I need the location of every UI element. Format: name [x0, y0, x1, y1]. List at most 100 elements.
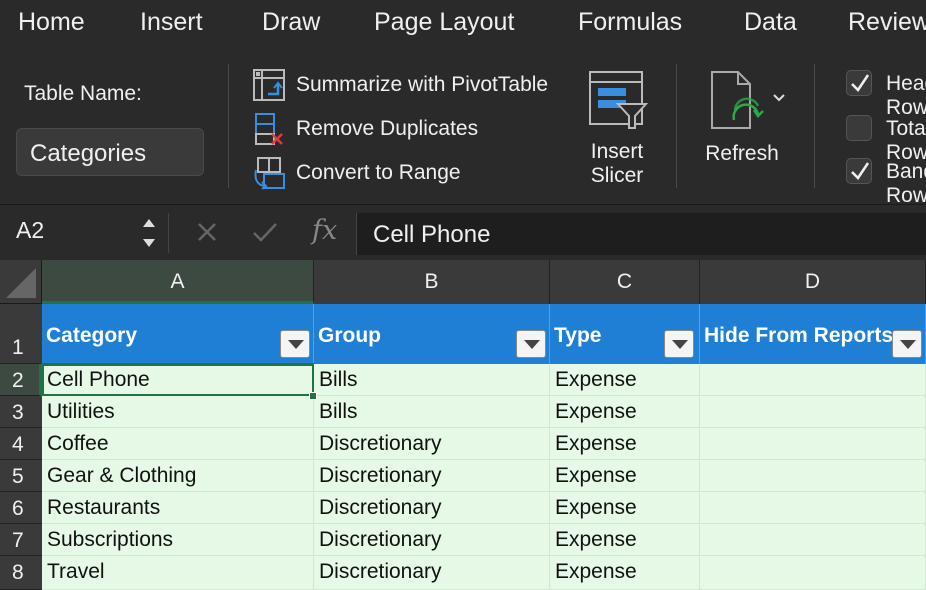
formula-bar-divider [168, 213, 169, 253]
table-header-label: Group [318, 324, 381, 347]
row-header-1[interactable]: 1 [0, 304, 42, 364]
cell-b7[interactable]: Discretionary [314, 524, 550, 556]
row-header-3[interactable]: 3 [0, 396, 42, 428]
cell-d8[interactable] [700, 556, 926, 590]
insert-slicer-label: Insert Slicer [590, 140, 644, 187]
header-row-label: Header Row [886, 72, 926, 119]
cell-c5[interactable]: Expense [550, 460, 700, 492]
cell-a5[interactable]: Gear & Clothing [42, 460, 314, 492]
cell-b3[interactable]: Bills [314, 396, 550, 428]
cell-a7[interactable]: Subscriptions [42, 524, 314, 556]
cell-b8[interactable]: Discretionary [314, 556, 550, 590]
column-header-a[interactable]: A [42, 260, 314, 304]
column-header-b[interactable]: B [314, 260, 550, 304]
tab-insert[interactable]: Insert [140, 7, 203, 37]
table-header-category[interactable]: Category [42, 304, 314, 364]
remove-duplicates-icon [252, 112, 286, 146]
total-row-label: Total Row [886, 117, 926, 164]
refresh-label: Refresh [705, 142, 779, 165]
filter-dropdown-icon[interactable] [892, 330, 922, 358]
convert-to-range-button[interactable]: Convert to Range [252, 156, 461, 190]
pivottable-icon [252, 68, 286, 102]
header-row-checkbox[interactable] [846, 70, 872, 96]
cell-a6[interactable]: Restaurants [42, 492, 314, 524]
convert-to-range-icon [252, 156, 286, 190]
row-header-8[interactable]: 8 [0, 556, 42, 590]
cancel-x-icon[interactable] [196, 221, 218, 248]
cell-c7[interactable]: Expense [550, 524, 700, 556]
slicer-icon [588, 70, 649, 137]
cell-b2[interactable]: Bills [314, 364, 550, 396]
table-name-input[interactable]: Categories [16, 128, 204, 176]
refresh-icon [708, 70, 766, 137]
enter-check-icon[interactable] [252, 221, 278, 248]
ribbon-tabs: Home Insert Draw Page Layout Formulas Da… [0, 0, 926, 46]
table-header-hide-from-reports[interactable]: Hide From Reports [700, 304, 926, 364]
filter-dropdown-icon[interactable] [664, 330, 694, 358]
cell-b4[interactable]: Discretionary [314, 428, 550, 460]
remove-duplicates-button[interactable]: Remove Duplicates [252, 112, 478, 146]
table-header-label: Category [46, 324, 138, 347]
ribbon-divider [676, 64, 677, 188]
cell-d7[interactable] [700, 524, 926, 556]
tab-data[interactable]: Data [744, 7, 797, 37]
refresh-button[interactable]: Refresh [700, 68, 796, 188]
cell-d4[interactable] [700, 428, 926, 460]
cell-c6[interactable]: Expense [550, 492, 700, 524]
insert-function-fx-icon[interactable]: fx [312, 215, 337, 246]
ribbon-divider [814, 64, 815, 188]
cell-b6[interactable]: Discretionary [314, 492, 550, 524]
ribbon-divider [228, 64, 229, 188]
tab-home[interactable]: Home [18, 7, 85, 37]
ribbon-table-tab: Table Name: Categories Summarize with Pi… [0, 46, 926, 204]
tab-page-layout[interactable]: Page Layout [374, 7, 514, 37]
table-header-group[interactable]: Group [314, 304, 550, 364]
banded-rows-label: Banded Rows [886, 160, 926, 204]
insert-slicer-button[interactable]: Insert Slicer [582, 66, 652, 190]
tab-review[interactable]: Review [848, 7, 926, 37]
filter-dropdown-icon[interactable] [280, 330, 310, 358]
cell-d5[interactable] [700, 460, 926, 492]
cell-c4[interactable]: Expense [550, 428, 700, 460]
table-header-label: Hide From Reports [704, 324, 894, 347]
table-name-label: Table Name: [24, 82, 142, 105]
cell-a8[interactable]: Travel [42, 556, 314, 590]
banded-rows-checkbox[interactable] [846, 158, 872, 184]
column-header-c[interactable]: C [550, 260, 700, 304]
tab-formulas[interactable]: Formulas [578, 7, 682, 37]
row-header-5[interactable]: 5 [0, 460, 42, 492]
column-header-d[interactable]: D [700, 260, 926, 304]
filter-dropdown-icon[interactable] [516, 330, 546, 358]
cell-c2[interactable]: Expense [550, 364, 700, 396]
table-header-label: Type [554, 324, 602, 347]
cell-a4[interactable]: Coffee [42, 428, 314, 460]
cell-c3[interactable]: Expense [550, 396, 700, 428]
tab-draw[interactable]: Draw [262, 7, 320, 37]
row-header-4[interactable]: 4 [0, 428, 42, 460]
fill-handle[interactable] [309, 392, 317, 400]
convert-to-range-label: Convert to Range [296, 161, 461, 184]
name-box[interactable]: A2 [16, 217, 44, 244]
row-header-2[interactable]: 2 [0, 364, 42, 396]
remove-duplicates-label: Remove Duplicates [296, 117, 479, 140]
cell-a3[interactable]: Utilities [42, 396, 314, 428]
cell-d3[interactable] [700, 396, 926, 428]
formula-input[interactable]: Cell Phone [356, 213, 926, 255]
cell-c8[interactable]: Expense [550, 556, 700, 590]
row-header-6[interactable]: 6 [0, 492, 42, 524]
select-all-corner[interactable] [0, 260, 42, 304]
cell-d6[interactable] [700, 492, 926, 524]
refresh-dropdown-chevron-icon[interactable] [772, 90, 786, 108]
check-icon [851, 162, 870, 180]
cell-a2[interactable]: Cell Phone [41, 363, 315, 397]
spreadsheet-grid: A B C D 1 2 3 4 5 6 7 8 Category Group T… [0, 260, 926, 590]
summarize-pivottable-button[interactable]: Summarize with PivotTable [252, 68, 548, 102]
table-header-type[interactable]: Type [550, 304, 700, 364]
total-row-checkbox[interactable] [846, 115, 872, 141]
name-box-stepper-icon[interactable] [140, 213, 158, 258]
cell-b5[interactable]: Discretionary [314, 460, 550, 492]
row-header-7[interactable]: 7 [0, 524, 42, 556]
summarize-pivottable-label: Summarize with PivotTable [296, 73, 549, 96]
cell-d2[interactable] [700, 364, 926, 396]
formula-bar: A2 fx Cell Phone [0, 204, 926, 260]
